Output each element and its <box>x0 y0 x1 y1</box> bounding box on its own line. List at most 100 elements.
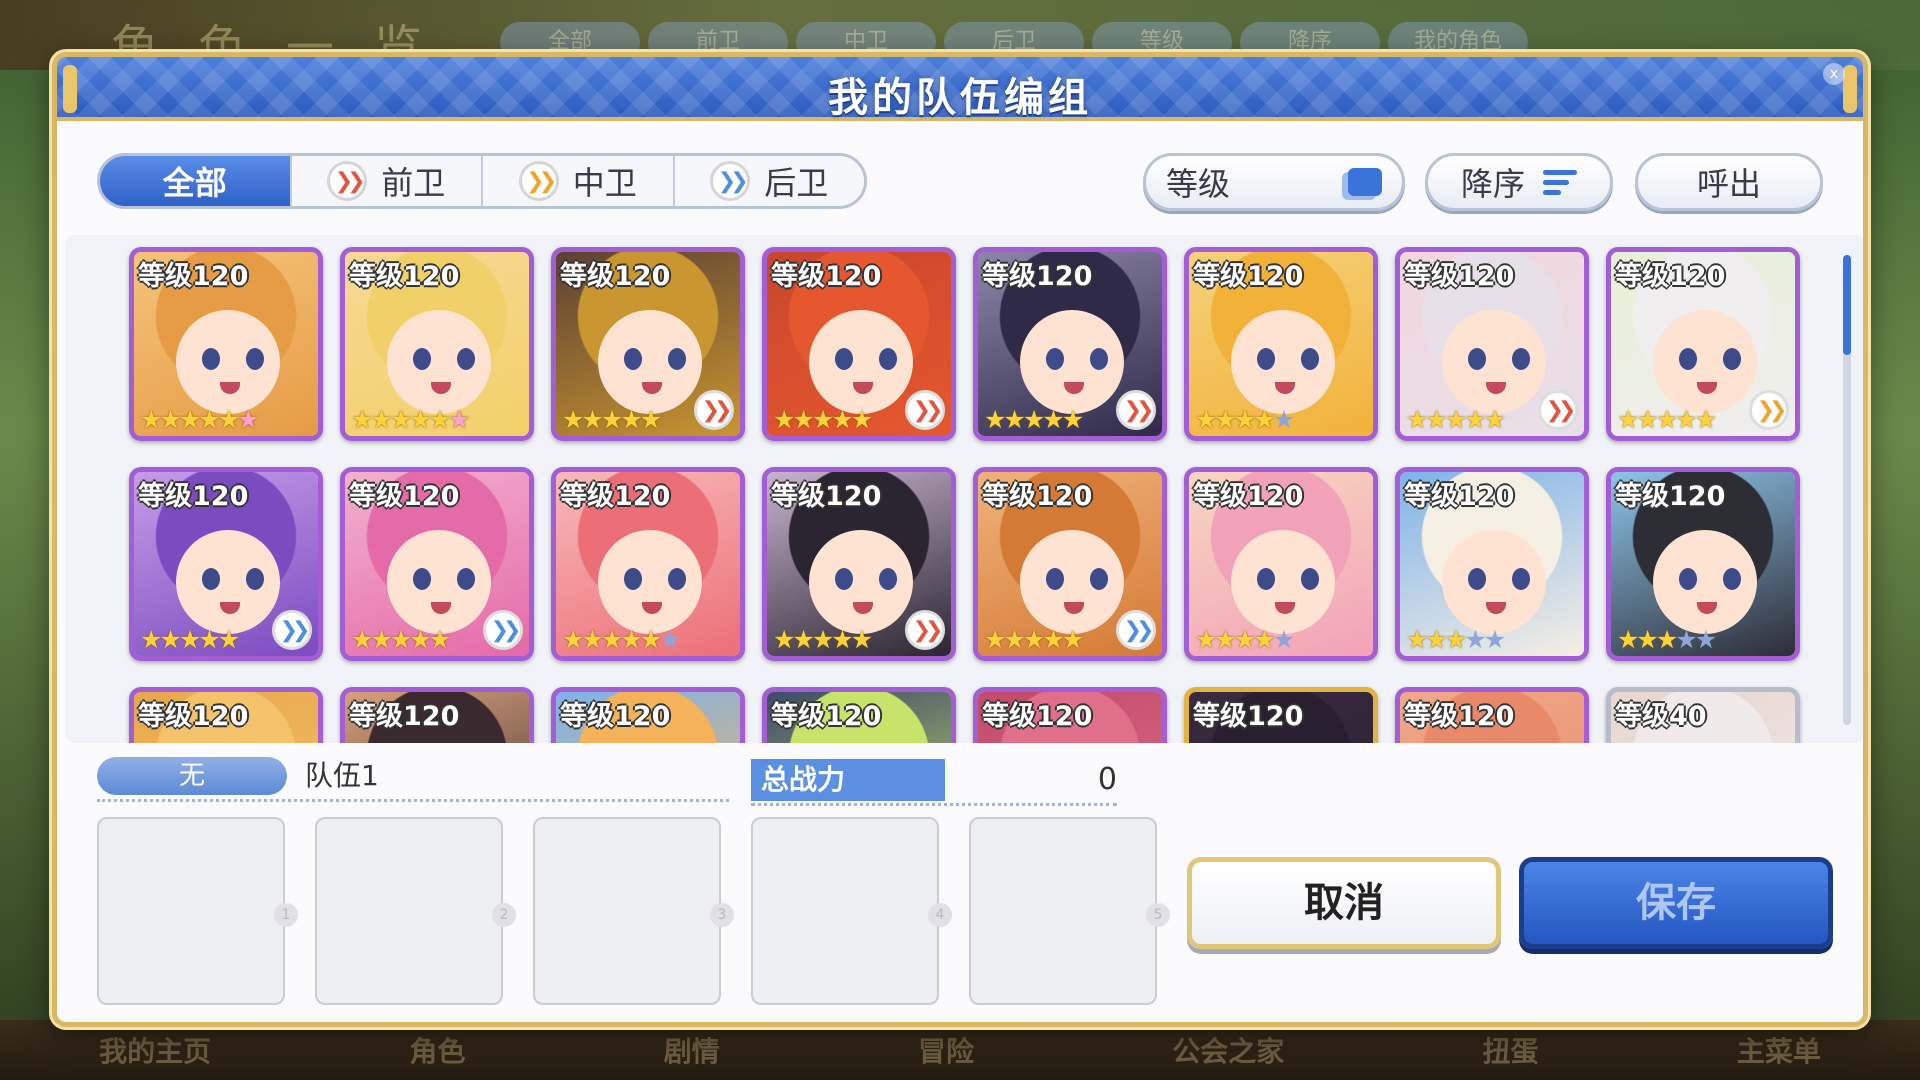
character-card[interactable]: 等级120 <box>129 687 323 743</box>
nav-item-home: 我的主页 <box>99 1035 212 1068</box>
character-card[interactable]: 等级120 <box>762 687 956 743</box>
team-slot[interactable]: 1 <box>97 817 298 1005</box>
character-card[interactable]: 等级120 ★★★★★ ❯❯ <box>551 247 745 441</box>
star-icon: ★ <box>1406 405 1428 434</box>
star-icon: ★ <box>1042 625 1064 654</box>
sort-key-button[interactable]: 等级 <box>1143 153 1405 211</box>
star-rank: ★★★★★★ <box>351 405 471 434</box>
character-eye <box>1723 568 1741 590</box>
tab-front[interactable]: ❯❯ 前卫 <box>291 156 483 206</box>
character-card[interactable]: 等级120 ★★★★★ <box>1184 247 1378 441</box>
character-card[interactable]: 等级120 ★★★★★ ❯❯ <box>1606 247 1800 441</box>
character-card[interactable]: 等级40 <box>1606 687 1800 743</box>
star-rank: ★★★★★ <box>773 625 873 654</box>
star-icon: ★ <box>600 625 623 654</box>
character-card[interactable]: 等级120 ★★★★★★ <box>129 247 323 441</box>
star-rank: ★★★★★ <box>984 405 1084 434</box>
star-icon: ★ <box>409 405 431 434</box>
character-level: 等级40 <box>1615 701 1707 732</box>
star-icon: ★ <box>178 625 201 654</box>
character-level: 等级120 <box>138 701 249 732</box>
character-level: 等级120 <box>349 701 460 732</box>
star-icon: ★ <box>581 625 603 654</box>
character-card[interactable]: 等级120 <box>551 687 745 743</box>
character-card[interactable]: 等级120 ★★★★★★ <box>340 247 534 441</box>
save-button[interactable]: 保存 <box>1519 857 1833 949</box>
character-face <box>809 310 913 414</box>
star-icon: ★ <box>1694 625 1717 654</box>
character-eye <box>668 348 686 370</box>
close-icon[interactable]: x <box>1823 63 1845 85</box>
header-ornament <box>1843 65 1857 113</box>
tab-back[interactable]: ❯❯ 后卫 <box>674 156 864 206</box>
character-level: 等级120 <box>1404 481 1515 512</box>
character-card[interactable]: 等级120 ★★★★★ ❯❯ <box>129 467 323 661</box>
character-face <box>598 310 702 414</box>
team-slot[interactable]: 4 <box>751 817 952 1005</box>
recall-button[interactable]: 呼出 <box>1635 153 1823 211</box>
star-icon: ★ <box>159 405 181 434</box>
character-face <box>1653 310 1757 414</box>
team-slot[interactable]: 5 <box>969 817 1170 1005</box>
character-level: 等级120 <box>560 701 671 732</box>
character-card[interactable]: 等级120 ★★★★★ ❯❯ <box>1395 247 1589 441</box>
star-rank: ★★★★★ <box>773 405 873 434</box>
character-face <box>1653 530 1757 634</box>
star-icon: ★ <box>1636 405 1658 434</box>
team-slot[interactable]: 3 <box>533 817 734 1005</box>
character-eye <box>457 348 475 370</box>
slot-number: 3 <box>710 903 734 927</box>
character-card[interactable]: 等级120 ★★★★★ <box>1606 467 1800 661</box>
character-card[interactable]: 等级120 ★★★★★ ❯❯ <box>973 247 1167 441</box>
character-card[interactable]: 等级120 ★★★★★ ❯❯ <box>762 247 956 441</box>
star-rank: ★★★★★ <box>1195 405 1295 434</box>
character-card[interactable]: 等级120 <box>1395 687 1589 743</box>
star-icon: ★ <box>1022 405 1045 434</box>
scroll-thumb[interactable] <box>1843 255 1851 355</box>
character-face <box>598 530 702 634</box>
front-role-icon: ❯❯ <box>1538 390 1578 430</box>
character-card[interactable]: 等级120 ★★★★★ ❯❯ <box>973 467 1167 661</box>
team-slot[interactable]: 2 <box>315 817 516 1005</box>
star-icon: ★ <box>1694 405 1717 434</box>
character-card[interactable]: 等级120 ★★★★★ ❯❯ <box>340 467 534 661</box>
character-card[interactable]: 等级120 ★★★★★ <box>1184 467 1378 661</box>
mid-role-icon: ❯❯ <box>1749 390 1789 430</box>
character-face <box>176 310 280 414</box>
character-card[interactable]: 等级120 <box>340 687 534 743</box>
star-icon: ★ <box>1617 405 1639 434</box>
sort-key-icon <box>1348 168 1382 196</box>
star-icon: ★ <box>1425 625 1447 654</box>
character-eye <box>202 348 220 370</box>
team-slots: 1 2 3 4 5 <box>97 817 1170 1005</box>
character-card[interactable]: 等级120 ★★★★★★ <box>551 467 745 661</box>
character-eye <box>1257 348 1275 370</box>
star-icon: ★ <box>1195 405 1217 434</box>
character-eye <box>1723 348 1741 370</box>
character-card[interactable]: 等级120 <box>973 687 1167 743</box>
sort-order-button[interactable]: 降序 <box>1425 153 1613 211</box>
character-eye <box>879 568 897 590</box>
tab-middle[interactable]: ❯❯ 中卫 <box>483 156 675 206</box>
character-level: 等级120 <box>1193 261 1304 292</box>
tab-all[interactable]: 全部 <box>100 156 292 206</box>
character-card[interactable]: 等级120 ★★★★★ <box>1395 467 1589 661</box>
star-icon: ★ <box>831 625 853 654</box>
character-list-scrollbar[interactable] <box>1843 255 1851 725</box>
star-icon: ★ <box>1483 405 1506 434</box>
character-card[interactable]: 等级120 <box>1184 687 1378 743</box>
star-rank: ★★★★★ <box>562 405 662 434</box>
tab-label: 全部 <box>162 164 227 202</box>
star-icon: ★ <box>773 405 795 434</box>
cancel-button[interactable]: 取消 <box>1187 857 1501 949</box>
star-rank: ★★★★★ <box>1406 625 1506 654</box>
sort-key-label: 等级 <box>1166 165 1231 203</box>
slot-number: 1 <box>274 903 298 927</box>
team-tag[interactable]: 无 <box>97 757 287 795</box>
nav-item-menu: 主菜单 <box>1736 1035 1821 1068</box>
character-card[interactable]: 等级120 ★★★★★ ❯❯ <box>762 467 956 661</box>
star-icon: ★ <box>1214 625 1236 654</box>
character-eye <box>1046 348 1064 370</box>
nav-item-characters: 角色 <box>409 1035 466 1068</box>
star-icon: ★ <box>198 625 220 654</box>
